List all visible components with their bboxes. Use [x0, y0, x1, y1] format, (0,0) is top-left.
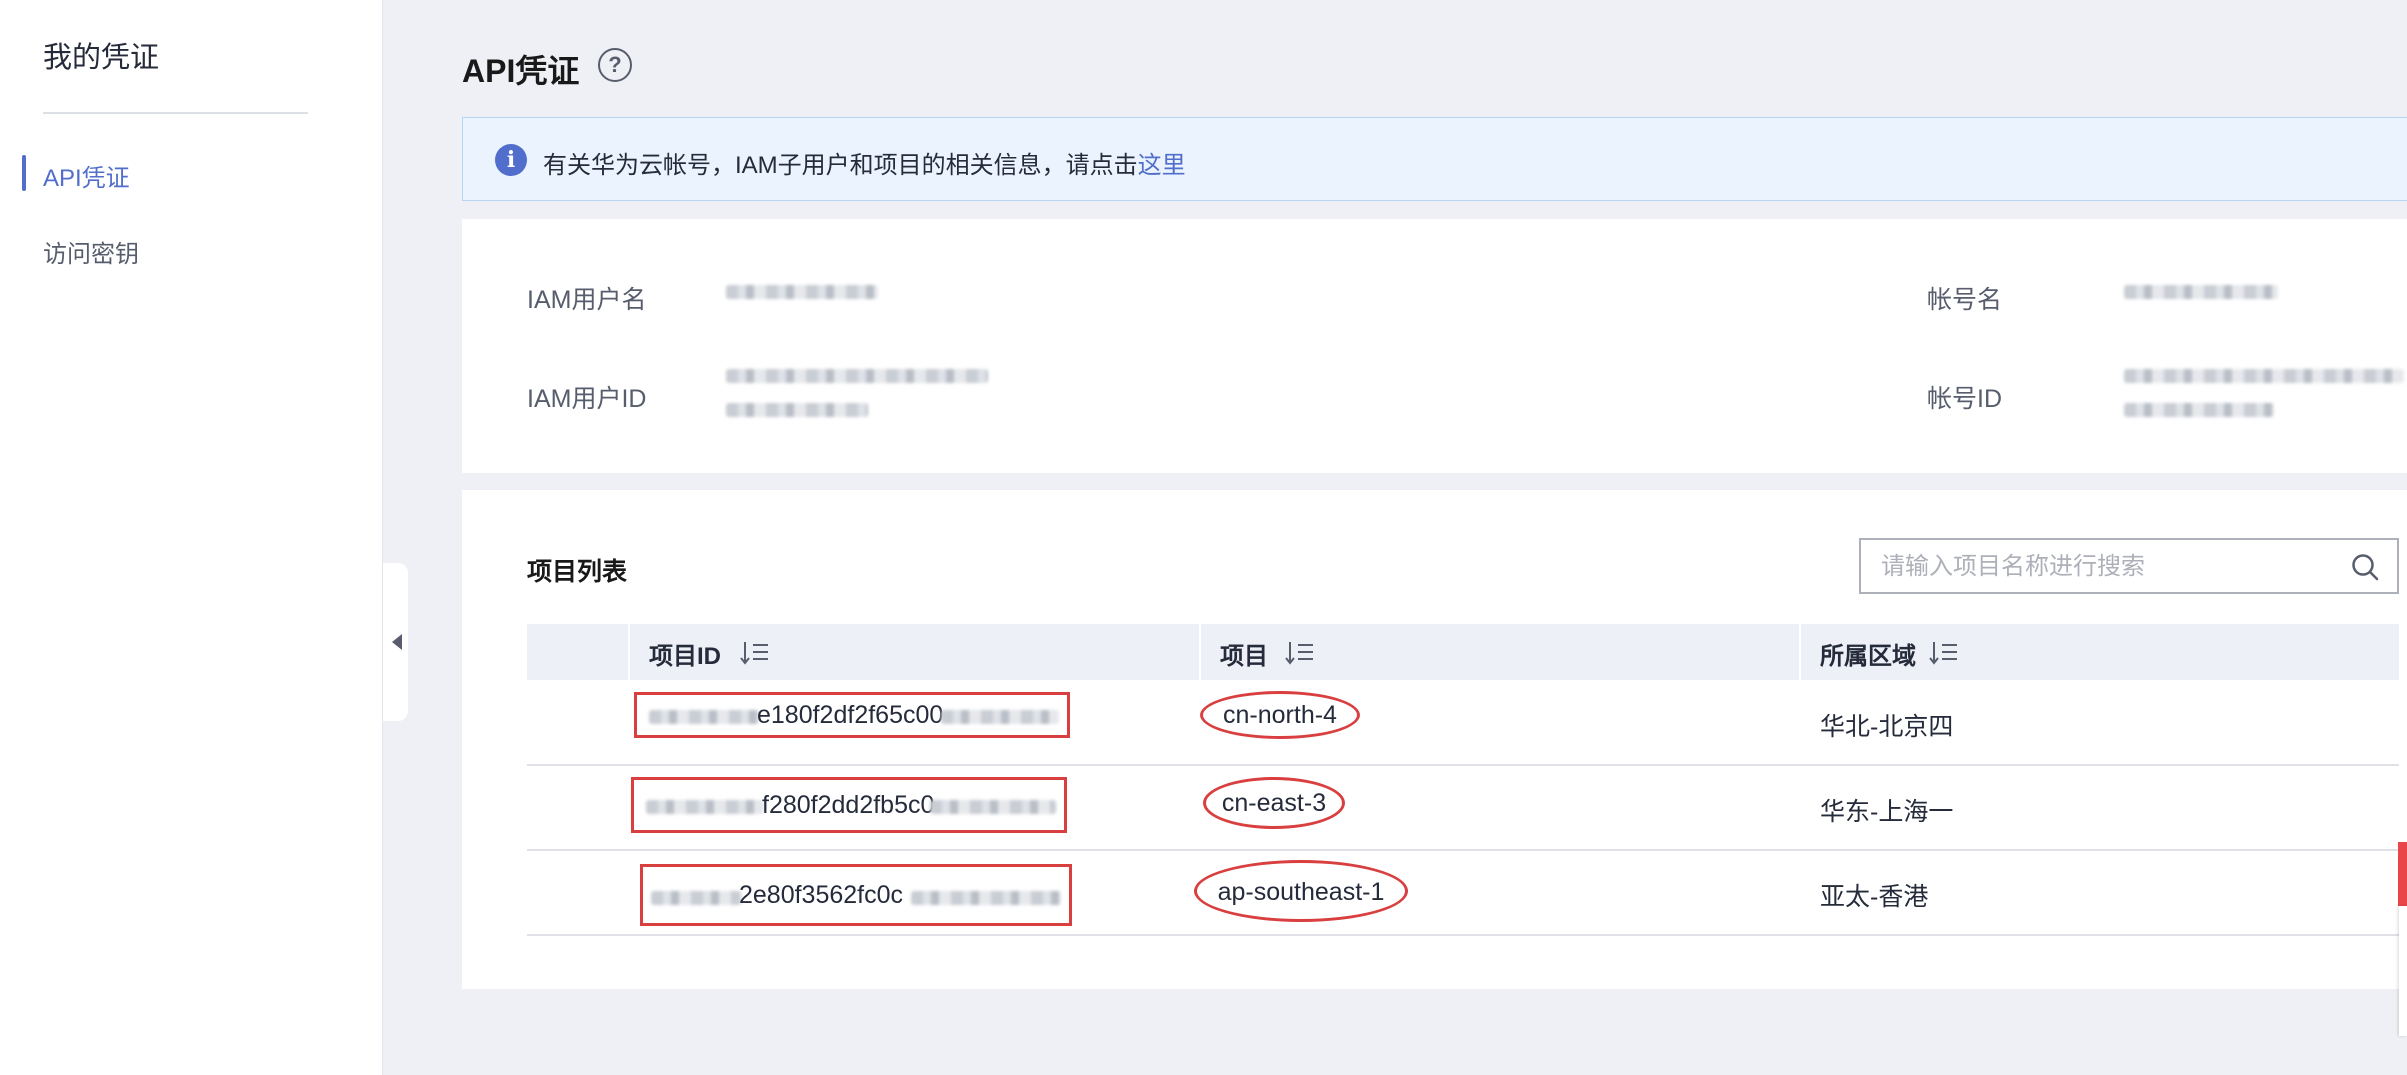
project-id-redacted	[911, 891, 1061, 905]
project-id-redacted	[930, 800, 1056, 814]
table-row: f280f2dd2fb5c0 cn-east-3 华东-上海一	[527, 766, 2399, 851]
project-id-highlight: e180f2df2f65c00	[634, 692, 1070, 738]
project-id-text: 2e80f3562fc0c	[739, 881, 904, 909]
info-icon: i	[495, 144, 527, 176]
project-highlight: cn-east-3	[1203, 777, 1345, 829]
region: 华北-北京四	[1820, 713, 1954, 741]
info-text: 有关华为云帐号，IAM子用户和项目的相关信息，请点击这里	[543, 145, 1186, 180]
sidebar: 我的凭证 API凭证 访问密钥	[0, 0, 383, 1075]
search-icon[interactable]	[2351, 553, 2379, 581]
sort-icon[interactable]	[1929, 640, 1961, 666]
collapse-arrow-icon	[392, 634, 402, 650]
project-id-highlight: 2e80f3562fc0c	[640, 864, 1072, 926]
project-id-text: e180f2df2f65c00	[757, 701, 944, 729]
sidebar-item-access-keys[interactable]: 访问密钥	[43, 234, 139, 269]
project-search-input[interactable]	[1881, 550, 2341, 584]
iam-userid-value-redacted-2	[726, 403, 868, 417]
iam-username-label: IAM用户名	[527, 286, 647, 314]
project-highlight: ap-southeast-1	[1194, 860, 1408, 922]
account-id-value-redacted-2	[2124, 403, 2274, 417]
column-header-region[interactable]: 所属区域	[1820, 636, 1916, 671]
project-name: cn-north-4	[1223, 701, 1337, 729]
info-link[interactable]: 这里	[1138, 152, 1186, 179]
table-row: e180f2df2f65c00 cn-north-4 华北-北京四	[527, 681, 2399, 766]
project-id-redacted	[941, 710, 1059, 724]
user-info-card: IAM用户名 IAM用户ID 帐号名 帐号ID	[462, 219, 2407, 473]
column-header-project-id[interactable]: 项目ID	[649, 636, 721, 671]
sidebar-item-api-credentials[interactable]: API凭证	[43, 158, 130, 193]
table-header: 项目ID 项目 所属区域	[527, 624, 2399, 680]
account-name-label: 帐号名	[1927, 286, 2003, 314]
region: 亚太-香港	[1820, 883, 1929, 911]
sort-icon[interactable]	[1285, 640, 1317, 666]
table-row: 2e80f3562fc0c ap-southeast-1 亚太-香港	[527, 851, 2399, 936]
question-circle-icon[interactable]: ?	[598, 48, 632, 82]
project-search-box[interactable]	[1859, 538, 2399, 594]
floating-widget-tab[interactable]	[2398, 842, 2407, 906]
project-name: cn-east-3	[1221, 789, 1327, 817]
account-id-value-redacted	[2124, 369, 2404, 383]
project-name: ap-southeast-1	[1217, 878, 1385, 906]
info-banner: i 有关华为云帐号，IAM子用户和项目的相关信息，请点击这里	[462, 117, 2407, 201]
active-indicator	[22, 155, 26, 191]
sidebar-title: 我的凭证	[43, 42, 160, 74]
project-id-text: f280f2dd2fb5c0	[762, 791, 935, 819]
page-title: API凭证	[462, 53, 580, 89]
project-id-redacted	[651, 891, 741, 905]
region: 华东-上海一	[1820, 798, 1954, 826]
iam-userid-value-redacted	[726, 369, 988, 383]
sidebar-collapse-button[interactable]	[383, 563, 408, 721]
sort-icon[interactable]	[740, 640, 772, 666]
projects-card: 项目列表 项目ID 项目 所属区域	[462, 490, 2407, 989]
column-divider	[1199, 624, 1201, 680]
column-header-project[interactable]: 项目	[1220, 636, 1268, 671]
project-id-redacted	[649, 710, 759, 724]
project-list-title: 项目列表	[527, 558, 628, 586]
column-divider	[628, 624, 630, 680]
project-id-redacted	[646, 800, 764, 814]
floating-widget-panel	[2399, 906, 2407, 1036]
info-message: 有关华为云帐号，IAM子用户和项目的相关信息，请点击	[543, 152, 1138, 179]
account-id-label: 帐号ID	[1927, 385, 2003, 413]
project-id-highlight: f280f2dd2fb5c0	[631, 777, 1067, 833]
sidebar-divider	[43, 112, 308, 114]
account-name-value-redacted	[2124, 285, 2278, 299]
column-divider	[1799, 624, 1801, 680]
iam-username-value-redacted	[726, 285, 878, 299]
project-highlight: cn-north-4	[1200, 691, 1360, 739]
iam-userid-label: IAM用户ID	[527, 385, 647, 413]
